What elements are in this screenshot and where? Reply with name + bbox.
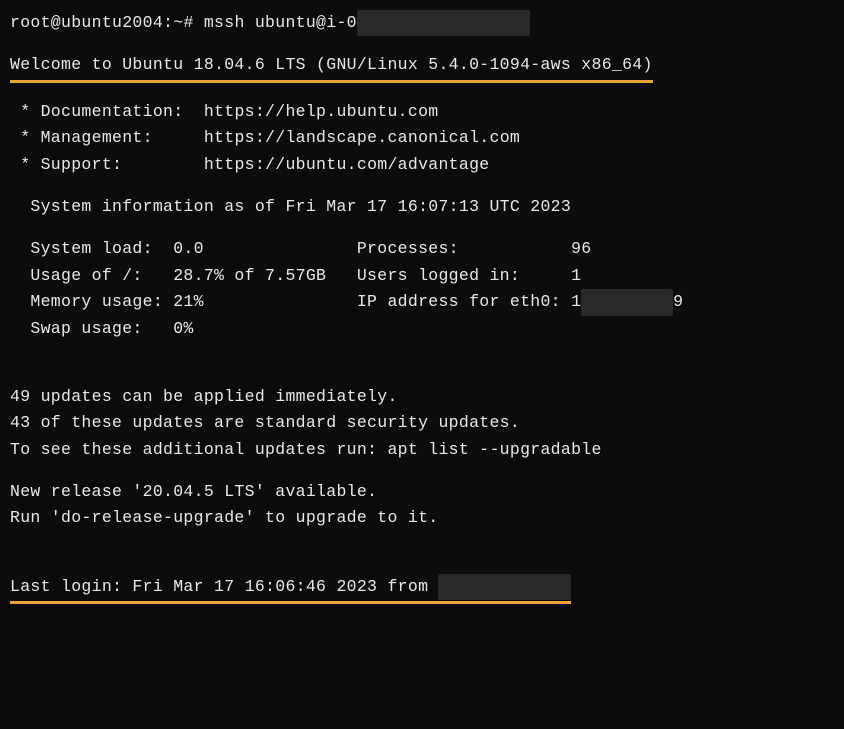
sysinfo-row-1: System load: 0.0 Processes: 96 <box>10 236 834 262</box>
sysinfo-row-4: Swap usage: 0% <box>10 316 834 342</box>
command-text: mssh ubuntu@i-0 <box>204 13 357 32</box>
mgmt-link-line: * Management: https://landscape.canonica… <box>10 125 834 151</box>
last-login-ip-redacted <box>438 574 571 600</box>
prompt-path: ~ <box>173 13 183 32</box>
sysinfo-row-3: Memory usage: 21% IP address for eth0: 1… <box>10 289 834 315</box>
prompt-symbol: # <box>183 13 193 32</box>
instance-id-redacted <box>357 10 530 36</box>
support-url: https://ubuntu.com/advantage <box>204 155 490 174</box>
welcome-text: Welcome to Ubuntu 18.04.6 LTS (GNU/Linux… <box>10 52 653 82</box>
doc-link-line: * Documentation: https://help.ubuntu.com <box>10 99 834 125</box>
doc-url: https://help.ubuntu.com <box>204 102 439 121</box>
support-link-line: * Support: https://ubuntu.com/advantage <box>10 152 834 178</box>
last-login-text: Last login: Fri Mar 17 16:06:46 2023 fro… <box>10 577 438 596</box>
prompt-user-host: root@ubuntu2004 <box>10 13 163 32</box>
mgmt-url: https://landscape.canonical.com <box>204 128 520 147</box>
ip-redacted <box>581 289 673 315</box>
updates-line-2: 43 of these updates are standard securit… <box>10 410 834 436</box>
last-login-line: Last login: Fri Mar 17 16:06:46 2023 fro… <box>10 574 834 604</box>
release-line-1: New release '20.04.5 LTS' available. <box>10 479 834 505</box>
sysinfo-row-2: Usage of /: 28.7% of 7.57GB Users logged… <box>10 263 834 289</box>
updates-line-3: To see these additional updates run: apt… <box>10 437 834 463</box>
welcome-line: Welcome to Ubuntu 18.04.6 LTS (GNU/Linux… <box>10 52 834 82</box>
shell-prompt-line[interactable]: root@ubuntu2004:~# mssh ubuntu@i-0 <box>10 10 834 36</box>
updates-line-1: 49 updates can be applied immediately. <box>10 384 834 410</box>
sysinfo-header: System information as of Fri Mar 17 16:0… <box>10 194 834 220</box>
release-line-2: Run 'do-release-upgrade' to upgrade to i… <box>10 505 834 531</box>
